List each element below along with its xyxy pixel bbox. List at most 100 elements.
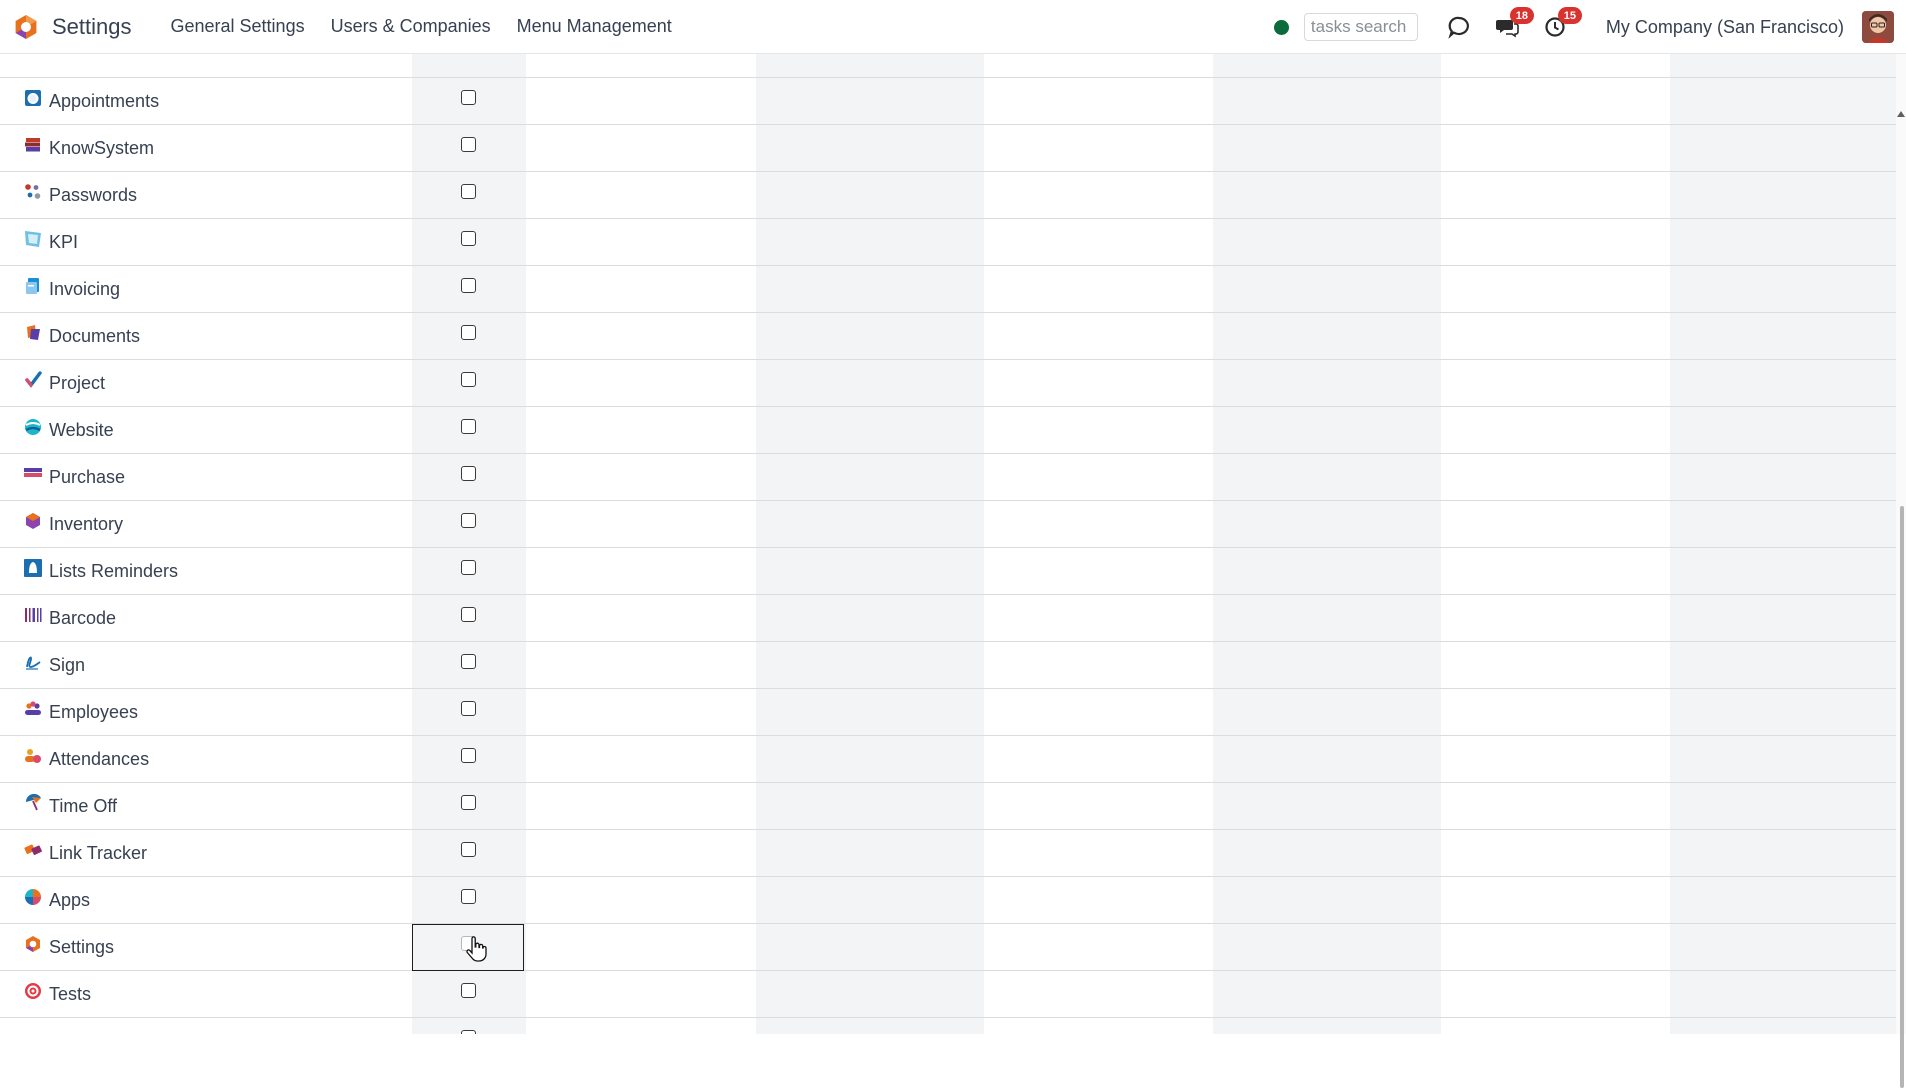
access-checkbox[interactable] [460,419,476,434]
link-tracker-icon [24,841,42,859]
table-row [0,1018,1896,1034]
menu-menu-management[interactable]: Menu Management [504,16,685,37]
menu-general-settings[interactable]: General Settings [158,16,318,37]
access-checkbox[interactable] [460,701,476,716]
app-title[interactable]: Settings [52,14,132,40]
table-row: Appointments [0,78,1896,125]
table-row: Project [0,360,1896,407]
access-checkbox[interactable] [460,278,476,293]
appointments-icon [24,89,42,107]
access-checkbox[interactable] [460,184,476,199]
table-row: KnowSystem [0,125,1896,172]
access-checkbox-cell[interactable] [412,1018,524,1034]
app-name-cell: Passwords [24,172,137,219]
access-checkbox[interactable] [460,325,476,340]
table-row: Sign [0,642,1896,689]
app-name-cell: KnowSystem [24,125,154,172]
table-row: Employees [0,689,1896,736]
top-navbar: Settings General Settings Users & Compan… [0,0,1906,54]
app-label: Sign [49,655,86,675]
access-checkbox-cell[interactable] [412,219,524,266]
vertical-scrollbar[interactable] [1896,54,1906,1088]
access-rights-table: Appointments KnowSystem Passwords KPI Invoic… [0,54,1896,1034]
activities-button[interactable]: 15 [1540,7,1582,42]
access-checkbox-cell[interactable] [412,642,524,689]
app-label: Apps [49,890,91,910]
access-checkbox-cell[interactable] [412,736,524,783]
app-label: Time Off [49,796,118,816]
app-label: Lists Reminders [49,561,179,581]
access-checkbox[interactable] [460,748,476,763]
access-checkbox[interactable] [460,889,476,904]
target-icon [24,982,42,1000]
app-name-cell: Settings [24,924,114,971]
messages-button[interactable]: 18 [1492,7,1534,42]
access-checkbox-cell[interactable] [412,548,524,595]
app-name-cell: Employees [24,689,138,736]
scrollbar-thumb[interactable] [1900,506,1904,1088]
access-checkbox[interactable] [460,842,476,857]
access-checkbox[interactable] [460,513,476,528]
app-name-cell: Sign [24,642,85,689]
access-checkbox-cell[interactable] [412,830,524,877]
attendances-icon [24,747,42,765]
app-label: KnowSystem [49,138,155,158]
user-avatar[interactable] [1862,11,1894,43]
access-checkbox-cell[interactable] [412,501,524,548]
access-checkbox-cell[interactable] [412,360,524,407]
access-checkbox-cell[interactable] [412,971,524,1018]
app-label: Attendances [49,749,150,769]
access-checkbox[interactable] [460,983,476,998]
table-row: Tests [0,971,1896,1018]
menu-users-companies[interactable]: Users & Companies [318,16,504,37]
access-checkbox[interactable] [460,795,476,810]
signature-icon [24,653,42,671]
access-checkbox[interactable] [460,231,476,246]
app-label: Project [49,373,106,393]
access-checkbox-cell[interactable] [412,407,524,454]
access-checkbox[interactable] [460,466,476,481]
scroll-up-arrow-icon[interactable] [1897,111,1905,117]
access-checkbox[interactable] [460,560,476,575]
tasks-search-input[interactable] [1303,13,1418,41]
kpi-icon [24,230,42,248]
access-checkbox[interactable] [460,90,476,105]
settings-logo-icon[interactable] [12,13,40,41]
access-checkbox-cell[interactable] [412,877,524,924]
access-checkbox-cell[interactable] [412,595,524,642]
access-checkbox-cell[interactable] [412,266,524,313]
app-label: Tests [49,984,92,1004]
access-checkbox[interactable] [460,137,476,152]
table-row: Invoicing [0,266,1896,313]
employees-icon [24,700,42,718]
passwords-icon [24,183,42,201]
app-label: Settings [49,937,115,957]
access-checkbox-cell[interactable] [412,125,524,172]
access-checkbox[interactable] [460,607,476,622]
app-label: Appointments [49,91,160,111]
access-checkbox[interactable] [460,372,476,387]
access-checkbox[interactable] [460,654,476,669]
access-checkbox-cell[interactable] [412,689,524,736]
app-name-cell: Inventory [24,501,123,548]
access-checkbox-cell[interactable] [412,172,524,219]
umbrella-icon [24,793,42,812]
table-row: Barcode [0,595,1896,642]
discuss-button[interactable] [1444,12,1474,42]
access-checkbox-cell[interactable] [412,783,524,830]
access-checkbox-cell[interactable] [412,78,524,125]
table-row: Attendances [0,736,1896,783]
table-row: Purchase [0,454,1896,501]
app-name-cell: Link Tracker [24,830,147,877]
table-row: Time Off [0,783,1896,830]
settings-icon [24,935,42,953]
company-switcher[interactable]: My Company (San Francisco) [1606,17,1844,38]
access-checkbox-cell[interactable] [412,313,524,360]
bell-icon [24,558,42,577]
app-name-cell: Documents [24,313,140,360]
access-checkbox-cell[interactable] [412,454,524,501]
purchase-icon [24,465,42,483]
app-label: Employees [49,702,139,722]
access-checkbox[interactable] [460,1030,476,1034]
app-name-cell: Purchase [24,454,125,501]
